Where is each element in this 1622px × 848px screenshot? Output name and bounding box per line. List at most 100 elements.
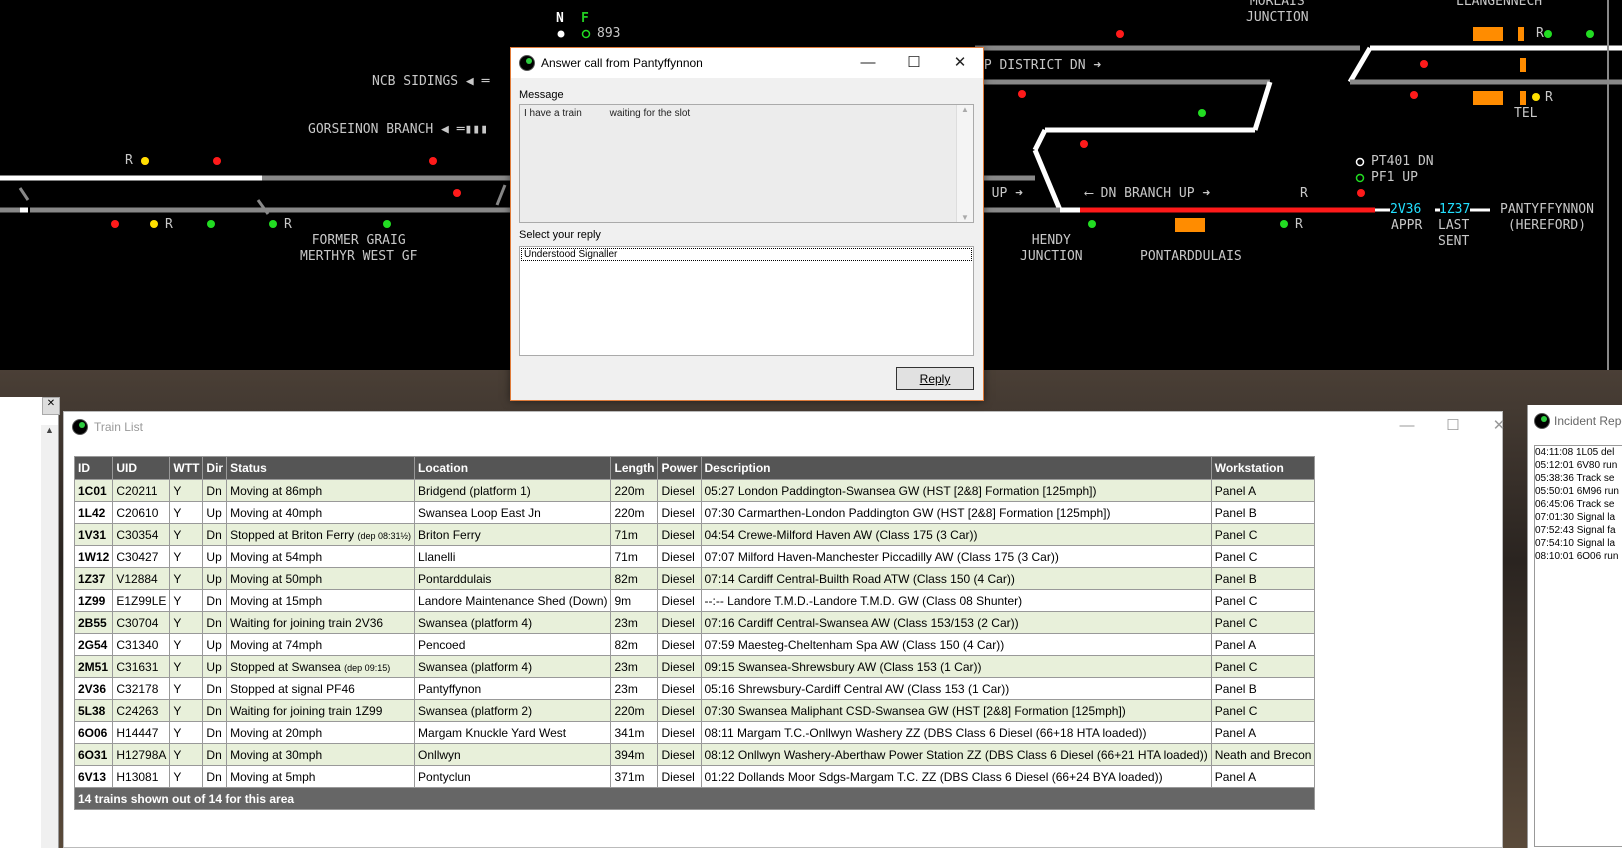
table-row[interactable]: 1V31 C30354 Y Dn Stopped at Briton Ferry (de… xyxy=(73,523,1316,546)
list-item[interactable]: 08:10:01 6O06 run xyxy=(1535,550,1622,563)
scroll-up-icon[interactable]: ▲ xyxy=(957,105,973,114)
cell-wtt: Y xyxy=(169,699,204,722)
cell-status: Moving at 30mph xyxy=(226,743,416,766)
table-row[interactable]: 6V13 H13081 Y Dn Moving at 5mph Pontyclun 371m… xyxy=(73,765,1316,788)
maximize-icon[interactable]: ☐ xyxy=(891,48,937,78)
cell-wtt: Y xyxy=(169,479,204,502)
cell-id: 1Z37 xyxy=(73,567,114,590)
table-row[interactable]: 1Z37 V12884 Y Up Moving at 50mph Pontarddulai… xyxy=(73,567,1316,590)
list-item[interactable]: 05:12:01 6V80 run xyxy=(1535,459,1622,472)
cell-power: Diesel xyxy=(657,479,702,502)
column-header[interactable]: WTT xyxy=(169,456,204,480)
cell-workstation: Panel C xyxy=(1210,611,1316,634)
cell-wtt: Y xyxy=(169,611,204,634)
cell-status: Stopped at signal PF46 xyxy=(226,677,416,700)
flag-n: N xyxy=(556,11,564,26)
dialog-titlebar[interactable]: Answer call from Pantyffynnon — ☐ ✕ xyxy=(511,48,983,78)
column-header[interactable]: Location xyxy=(414,456,612,480)
cell-uid: C20211 xyxy=(112,479,171,502)
answer-call-dialog[interactable]: Answer call from Pantyffynnon — ☐ ✕ Mess… xyxy=(510,47,984,401)
table-row[interactable]: 5L38 C24263 Y Dn Waiting for joining train 1… xyxy=(73,699,1316,722)
table-row[interactable]: 2M51 C31631 Y Up Stopped at Swansea (dep 09:… xyxy=(73,655,1316,678)
column-header[interactable]: ID xyxy=(73,456,114,480)
column-header[interactable]: Length xyxy=(610,456,659,480)
cell-power: Diesel xyxy=(657,677,702,700)
reply-option[interactable]: Understood Signaller xyxy=(521,248,972,261)
cell-location: Pontarddulais xyxy=(414,567,612,590)
table-row[interactable]: 1C01 C20211 Y Dn Moving at 86mph Bridgend (pl… xyxy=(73,479,1316,502)
reply-button[interactable]: Reply xyxy=(896,367,974,390)
status-text: Moving at 74mph xyxy=(230,637,323,652)
label-up-district-dn: UP DISTRICT DN ➜ xyxy=(976,58,1102,73)
cell-uid: V12884 xyxy=(112,567,171,590)
cell-workstation: Neath and Brecon xyxy=(1210,743,1316,766)
table-row[interactable]: 6O31 H12798A Y Dn Moving at 30mph Onllwyn 394m… xyxy=(73,743,1316,766)
column-header[interactable]: Dir xyxy=(202,456,228,480)
column-header[interactable]: Power xyxy=(657,456,702,480)
close-icon[interactable]: ✕ xyxy=(1476,412,1522,440)
cell-description: 07:07 Milford Haven-Manchester Piccadill… xyxy=(700,545,1212,568)
cell-dir: Dn xyxy=(202,611,228,634)
cell-workstation: Panel B xyxy=(1210,501,1316,524)
scrollbar[interactable]: ▲ xyxy=(41,425,58,848)
list-item[interactable]: 07:01:30 Signal la xyxy=(1535,511,1622,524)
label-pt401-dn: PT401 DN xyxy=(1371,154,1434,169)
scrollbar[interactable]: ▲ ▼ xyxy=(956,105,973,222)
cell-description: 07:16 Cardiff Central-Swansea AW (Class … xyxy=(700,611,1212,634)
cell-dir: Dn xyxy=(202,589,228,612)
column-header[interactable]: Workstation xyxy=(1210,456,1316,480)
cell-id: 1V31 xyxy=(73,523,114,546)
list-item[interactable]: 05:50:01 6M96 run xyxy=(1535,485,1622,498)
berth-appr-train[interactable]: 2V36 xyxy=(1390,202,1421,218)
cell-uid: E1Z99LE xyxy=(112,589,171,612)
scroll-up-icon[interactable]: ▲ xyxy=(41,425,58,435)
table-row[interactable]: 6O06 H14447 Y Dn Moving at 20mph Margam Knuck… xyxy=(73,721,1316,744)
train-list-window[interactable]: Train List — ☐ ✕ ID UID WTT Dir Status Locati… xyxy=(63,411,1505,848)
cell-power: Diesel xyxy=(657,633,702,656)
cell-power: Diesel xyxy=(657,567,702,590)
table-header: ID UID WTT Dir Status Location Length Power Desc… xyxy=(73,456,1316,480)
list-item[interactable]: 04:11:08 1L05 del xyxy=(1535,446,1622,459)
app-icon xyxy=(519,55,535,71)
list-item[interactable]: 06:45:06 Track se xyxy=(1535,498,1622,511)
minimize-icon[interactable]: — xyxy=(1384,412,1430,440)
status-text: Moving at 5mph xyxy=(230,769,316,784)
maximize-icon[interactable]: ☐ xyxy=(1430,412,1476,440)
incident-report-window[interactable]: Incident Repo 04:11:08 1L05 del 05:12:01 … xyxy=(1527,405,1622,848)
label-gorseinon-branch: GORSEINON BRANCH ◀ ═▮▮▮ xyxy=(308,122,489,137)
minimize-icon[interactable]: — xyxy=(845,48,891,78)
status-text: Waiting for joining train 1Z99 xyxy=(230,703,383,718)
close-icon[interactable]: ✕ xyxy=(42,397,60,415)
cell-dir: Dn xyxy=(202,523,228,546)
table-row[interactable]: 2V36 C32178 Y Dn Stopped at signal PF46 Panty… xyxy=(73,677,1316,700)
list-item[interactable]: 07:52:43 Signal fa xyxy=(1535,524,1622,537)
cell-wtt: Y xyxy=(169,545,204,568)
label-pontarddulais: PONTARDDULAIS xyxy=(1140,249,1242,264)
cell-dir: Up xyxy=(202,655,228,678)
cell-length: 341m xyxy=(610,721,659,744)
scroll-down-icon[interactable]: ▼ xyxy=(957,213,973,222)
berth-last-train[interactable]: 1Z37 xyxy=(1439,202,1470,218)
train-list-titlebar[interactable]: Train List — ☐ ✕ xyxy=(64,412,1505,440)
cell-workstation: Panel A xyxy=(1210,721,1316,744)
dialog-title: Answer call from Pantyffynnon xyxy=(541,56,703,70)
table-row[interactable]: 2B55 C30704 Y Dn Waiting for joining train 2… xyxy=(73,611,1316,634)
list-item[interactable]: 07:54:10 Signal la xyxy=(1535,537,1622,550)
column-header[interactable]: Status xyxy=(226,456,416,480)
message-box[interactable]: I have a train waiting for the slot ▲ ▼ xyxy=(519,104,974,223)
incident-list[interactable]: 04:11:08 1L05 del 05:12:01 6V80 run 05:38:… xyxy=(1534,445,1622,847)
cell-uid: H14447 xyxy=(112,721,171,744)
close-icon[interactable]: ✕ xyxy=(937,48,983,78)
cell-wtt: Y xyxy=(169,567,204,590)
table-row[interactable]: 1L42 C20610 Y Up Moving at 40mph Swansea Loop… xyxy=(73,501,1316,524)
reply-list[interactable]: Understood Signaller xyxy=(519,246,974,356)
cell-workstation: Panel C xyxy=(1210,589,1316,612)
cell-wtt: Y xyxy=(169,677,204,700)
column-header[interactable]: UID xyxy=(112,456,171,480)
cell-wtt: Y xyxy=(169,589,204,612)
column-header[interactable]: Description xyxy=(700,456,1212,480)
table-row[interactable]: 2G54 C31340 Y Up Moving at 74mph Pencoed 82m Di… xyxy=(73,633,1316,656)
list-item[interactable]: 05:38:36 Track se xyxy=(1535,472,1622,485)
table-row[interactable]: 1W12 C30427 Y Up Moving at 54mph Llanelli 71m D… xyxy=(73,545,1316,568)
table-row[interactable]: 1Z99 E1Z99LE Y Dn Moving at 15mph Landore Mai… xyxy=(73,589,1316,612)
